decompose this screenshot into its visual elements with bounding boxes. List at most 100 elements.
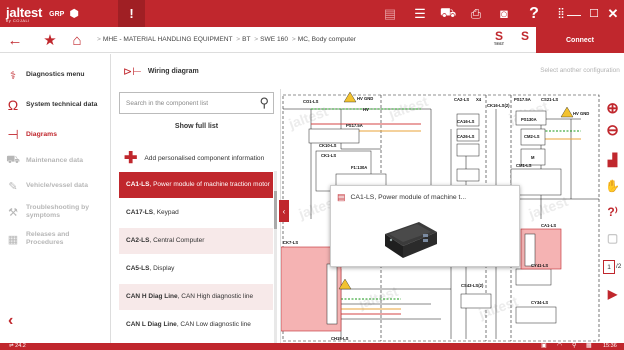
clock: 15:36 bbox=[603, 343, 617, 349]
diagram-label: CK16-LS(2) bbox=[487, 103, 510, 108]
list-item[interactable]: CA17-LS, Keypad bbox=[119, 200, 273, 226]
select-config-button[interactable]: Select another configuration bbox=[536, 54, 624, 88]
help-icon[interactable]: ? bbox=[524, 4, 544, 23]
diagram-label: F1:130A bbox=[351, 165, 367, 170]
maximize-icon[interactable]: ☐ bbox=[584, 4, 604, 23]
search-input[interactable] bbox=[120, 93, 250, 113]
navigation-bar: ← ★ ⌂ > MHE - MATERIAL HANDLING EQUIPMENT… bbox=[0, 27, 624, 53]
camera-icon[interactable]: ◙ bbox=[494, 4, 514, 23]
next-page-icon[interactable]: ▶ bbox=[601, 285, 624, 303]
component-info-icon: ▤ bbox=[337, 191, 346, 202]
component-code: CAN H Diag Line bbox=[126, 293, 178, 300]
diagram-label: CM2-LS bbox=[524, 134, 540, 139]
popup-title: CA1-LS, Power module of machine t... bbox=[350, 193, 467, 201]
calendar-icon: ▦ bbox=[586, 343, 592, 349]
status-bar: ⇌ 24.2 ▣ ◠ ⚲ ▦ 15:36 bbox=[0, 343, 624, 350]
menu-item-maintenance-data: ⛟ Maintenance data bbox=[0, 149, 111, 173]
watermark: jaltest bbox=[386, 93, 431, 122]
vehicle-data-icon[interactable]: ⛟ bbox=[438, 4, 458, 23]
zoom-out-icon[interactable]: ⊖ bbox=[601, 121, 624, 139]
watermark: jaltest bbox=[286, 103, 331, 132]
diagram-label: PS17.5A bbox=[514, 97, 531, 102]
menu-item-label: Vehicle/vessel data bbox=[26, 182, 88, 189]
wiring-diagram-icon: ⊳⊢ bbox=[123, 65, 142, 78]
search-box: ⚲ bbox=[119, 92, 274, 114]
list-icon[interactable]: ☰ bbox=[410, 4, 430, 23]
breadcrumb: > MHE - MATERIAL HANDLING EQUIPMENT > BT >… bbox=[97, 36, 356, 43]
list-item[interactable]: CA1-LS, Power module of machine traction… bbox=[119, 172, 273, 198]
diagram-label: M bbox=[531, 155, 535, 160]
home-icon[interactable]: ⌂ bbox=[67, 30, 87, 50]
connection-icon[interactable]: S bbox=[516, 30, 534, 49]
list-item[interactable]: CA2-LS, Central Computer bbox=[119, 228, 273, 254]
test-icon[interactable]: S TEST bbox=[490, 30, 508, 49]
zoom-in-icon[interactable]: ⊕ bbox=[601, 99, 624, 117]
diagram-label: CM1-LS bbox=[516, 163, 532, 168]
menu-item-label: Troubleshooting by symptoms bbox=[26, 204, 90, 219]
favorite-star-icon[interactable]: ★ bbox=[40, 30, 60, 50]
badge-icon: ▣ bbox=[541, 343, 547, 349]
alert-button[interactable]: ! bbox=[118, 0, 145, 27]
diagram-label: HV bbox=[363, 107, 369, 112]
jaltest-logo: jaltest by COJALI GRP ⬢ bbox=[0, 0, 79, 27]
document-icon[interactable]: ▤ bbox=[380, 4, 400, 23]
breadcrumb-item[interactable]: MHE - MATERIAL HANDLING EQUIPMENT bbox=[103, 36, 233, 43]
show-full-list-button[interactable]: Show full list bbox=[119, 123, 274, 139]
fit-page-icon: ▢ bbox=[606, 231, 619, 245]
add-component-info-button[interactable]: ✚ Add personalised component information bbox=[119, 147, 277, 169]
minimize-icon[interactable]: — bbox=[564, 4, 584, 23]
menu-item-system-technical-data[interactable]: Ω System technical data bbox=[0, 92, 111, 118]
diagram-label: CA26-LS bbox=[457, 134, 475, 139]
menu-item-vehicle-data: ✎ Vehicle/vessel data bbox=[0, 174, 111, 198]
component-image bbox=[385, 222, 437, 258]
menu-item-troubleshooting: ⚒ Troubleshooting by symptoms bbox=[0, 199, 111, 225]
alert-icon: ! bbox=[129, 6, 134, 21]
top-bar: jaltest by COJALI GRP ⬢ ! ▤ ☰ ⛟ ⎙ ◙ ? ⣿ … bbox=[0, 0, 624, 27]
list-item[interactable]: CAN L Diag Line, CAN Low diagnostic line bbox=[119, 312, 273, 338]
right-toolbar: ⊕ ⊖ ▟ ✋ ?⁾ ▢ 1 /2 ▶ bbox=[601, 89, 624, 343]
collapse-list-tab[interactable]: ‹ bbox=[279, 200, 289, 222]
menu-item-diagrams[interactable]: ⊣ Diagrams bbox=[0, 123, 111, 147]
diagram-label: CY34-LS bbox=[531, 300, 548, 305]
diagram-label: CO1-LS bbox=[303, 99, 319, 104]
collapse-menu-icon[interactable]: ‹ bbox=[8, 312, 13, 330]
list-item[interactable]: CAN H Diag Line, CAN High diagnostic lin… bbox=[119, 284, 273, 310]
layers-icon[interactable]: ▟ bbox=[601, 151, 624, 169]
hand-icon[interactable]: ✋ bbox=[601, 177, 624, 195]
menu-item-label: Diagnostics menu bbox=[26, 71, 85, 78]
back-arrow-icon[interactable]: ← bbox=[5, 30, 25, 50]
diagram-label: CY41-LS bbox=[531, 263, 548, 268]
procedures-icon: ▦ bbox=[7, 233, 19, 246]
popup-header: ▤ CA1-LS, Power module of machine t... bbox=[331, 186, 519, 208]
menu-item-label: System technical data bbox=[26, 101, 98, 108]
watermark: jaltest bbox=[526, 193, 571, 222]
ohm-icon: Ω bbox=[7, 97, 19, 113]
menu-item-diagnostics[interactable]: ⚕ Diagnostics menu bbox=[0, 63, 111, 87]
diagram-label: CS43-LS(2) bbox=[461, 283, 484, 288]
breadcrumb-item[interactable]: SWE 160 bbox=[260, 36, 288, 43]
connect-button[interactable]: Connect bbox=[536, 27, 624, 53]
diagnostics-icon: ⚕ bbox=[10, 69, 16, 82]
page-title: Wiring diagram bbox=[147, 67, 199, 75]
diagram-label: CA2-LS bbox=[454, 97, 469, 102]
breadcrumb-item[interactable]: MC, Body computer bbox=[298, 36, 356, 43]
page-number-input[interactable]: 1 bbox=[603, 260, 615, 274]
component-popup[interactable]: ▤ CA1-LS, Power module of machine t... bbox=[330, 185, 520, 267]
scrollbar-thumb[interactable] bbox=[274, 191, 277, 229]
search-icon[interactable]: ⚲ bbox=[259, 95, 269, 111]
close-icon[interactable]: ✕ bbox=[603, 4, 623, 23]
help-search-icon[interactable]: ?⁾ bbox=[601, 203, 624, 221]
plus-icon: ✚ bbox=[124, 150, 138, 167]
diagram-label: CS21-LS bbox=[541, 97, 558, 102]
component-code: CA1-LS bbox=[126, 181, 150, 188]
component-code: CA5-LS bbox=[126, 265, 150, 272]
breadcrumb-item[interactable]: BT bbox=[242, 36, 250, 43]
component-desc: , Central Computer bbox=[149, 237, 205, 244]
list-item[interactable]: CA5-LS, Display bbox=[119, 256, 273, 282]
component-desc: , Display bbox=[149, 265, 175, 272]
printer-icon[interactable]: ⎙ bbox=[466, 4, 486, 23]
list-scrollbar[interactable] bbox=[274, 171, 277, 343]
diagram-label: PS17.5A bbox=[346, 123, 363, 128]
brand-label: GRP bbox=[49, 10, 65, 18]
menu-item-releases: ▦ Releases and Procedures bbox=[0, 226, 111, 252]
